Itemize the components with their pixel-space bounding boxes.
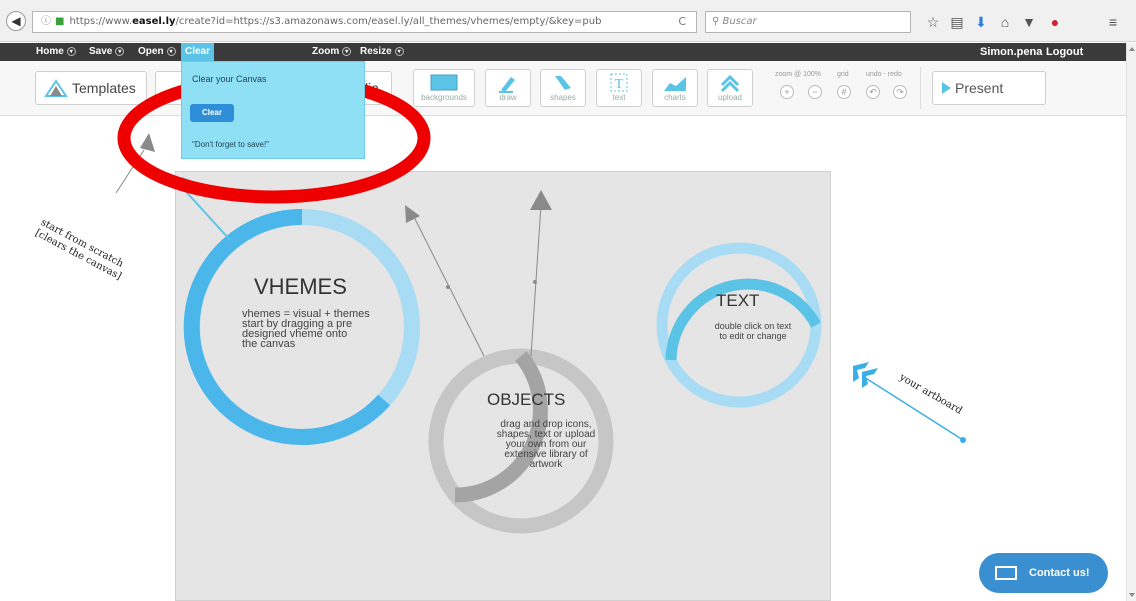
canvas-graphics [115, 72, 966, 534]
page-scrollbar[interactable] [1126, 43, 1136, 601]
dropdown-title: Clear your Canvas [192, 74, 267, 84]
arrow-dot-up [533, 280, 537, 284]
vhemes-title[interactable]: VHEMES [254, 274, 347, 300]
arrow-head-up-icon [530, 190, 552, 210]
clear-dropdown-panel: Clear your Canvas Clear "Don't forget to… [181, 61, 365, 159]
envelope-icon [995, 566, 1017, 580]
arrow-dot-left [446, 285, 450, 289]
artboard-arrow-dot [960, 437, 966, 443]
dropdown-note: "Don't forget to save!" [192, 140, 270, 149]
scroll-down-icon[interactable] [1129, 593, 1135, 597]
objects-title[interactable]: OBJECTS [487, 390, 565, 410]
arrow-head-left-icon [405, 205, 420, 223]
scroll-up-icon[interactable] [1129, 47, 1135, 51]
scratch-arrow-head-icon [140, 133, 155, 152]
contact-us-button[interactable]: Contact us! [979, 553, 1108, 593]
text-body[interactable]: double click on text to edit or change [700, 321, 806, 341]
objects-body[interactable]: drag and drop icons, shapes, text or upl… [478, 420, 614, 470]
page-root: ◀ ⓘ ■ https://www.easel.ly/create?id=https… [0, 0, 1136, 601]
clear-button[interactable]: Clear [190, 104, 234, 122]
text-title[interactable]: TEXT [716, 291, 759, 311]
vhemes-body[interactable]: vhemes = visual + themes start by draggi… [242, 309, 370, 350]
